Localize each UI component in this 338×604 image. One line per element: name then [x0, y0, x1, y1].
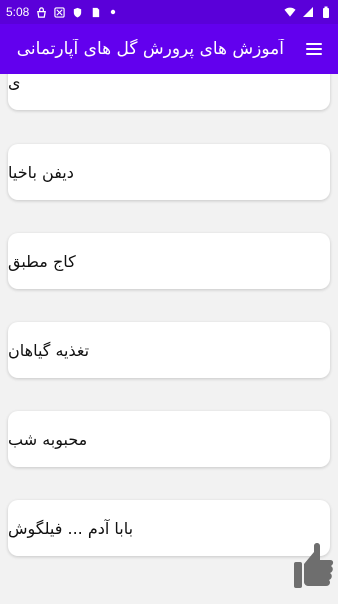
- notification-icon: [35, 6, 47, 18]
- list-item-label: تغذیه گیاهان: [8, 340, 90, 360]
- list-item-label: محبوبه شب: [8, 429, 88, 449]
- list-item-label: بابا آدم ... فیلگوش: [8, 518, 134, 538]
- list-item[interactable]: تغذیه گیاهان: [8, 322, 330, 378]
- list-item-label: کاج مطبق: [8, 251, 76, 271]
- sd-card-icon: [89, 6, 101, 18]
- battery-icon: [320, 6, 332, 18]
- list-item-label: ی: [8, 74, 21, 92]
- wifi-icon: [284, 6, 296, 18]
- status-time: 5:08: [6, 5, 30, 19]
- topic-list: ی دیفن باخیا کاج مطبق تغذیه گیاهان محبوب…: [0, 74, 338, 600]
- page-title: آموزش های پرورش گل های آپارتمانی: [16, 39, 284, 59]
- app-bar: آموزش های پرورش گل های آپارتمانی: [0, 24, 338, 74]
- shield-icon: [71, 6, 83, 18]
- menu-icon-line: [306, 53, 322, 55]
- menu-button[interactable]: [302, 37, 326, 61]
- fast-scroll-thumb[interactable]: [290, 520, 338, 600]
- dot-icon: [107, 6, 119, 18]
- list-item[interactable]: ی: [8, 74, 330, 110]
- list-item[interactable]: بابا آدم ... فیلگوش: [8, 500, 330, 556]
- menu-icon-line: [306, 43, 322, 45]
- menu-icon-line: [306, 48, 322, 50]
- list-item-label: دیفن باخیا: [8, 162, 74, 182]
- status-bar: 5:08: [0, 0, 338, 24]
- list-item[interactable]: دیفن باخیا: [8, 144, 330, 200]
- signal-icon: [302, 6, 314, 18]
- app-notification-icon: [53, 6, 65, 18]
- list-item[interactable]: کاج مطبق: [8, 233, 330, 289]
- list-item[interactable]: محبوبه شب: [8, 411, 330, 467]
